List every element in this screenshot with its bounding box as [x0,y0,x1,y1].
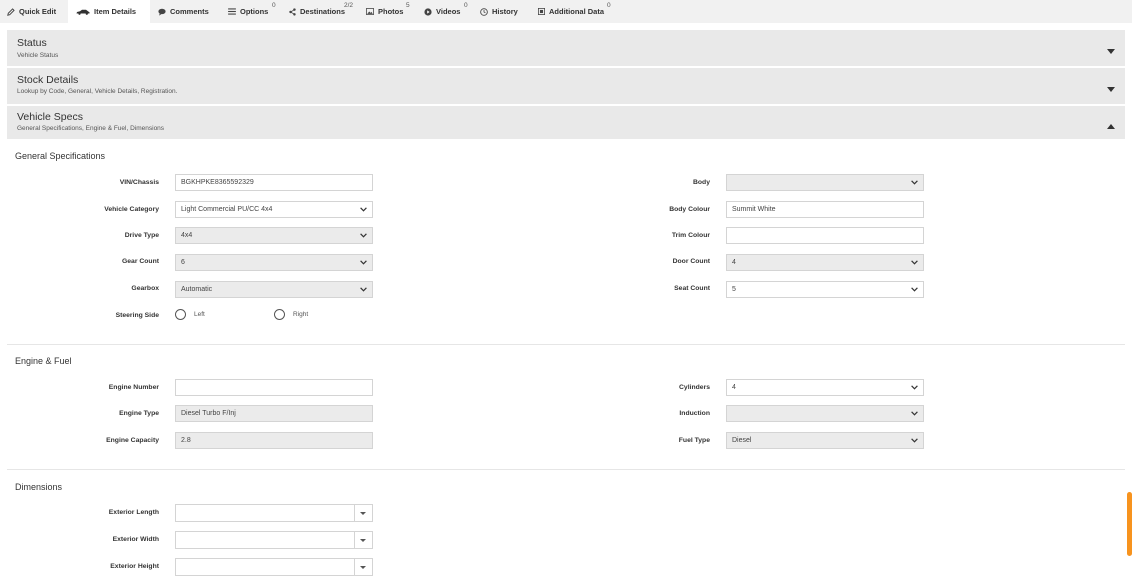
cylinders-label: Cylinders [679,384,710,391]
seat-count-select[interactable]: 5 [726,281,924,298]
exterior-width-label: Exterior Width [112,536,159,543]
vehicle-specs-panel[interactable]: Vehicle Specs General Specifications, En… [7,106,1125,141]
chevron-down-icon [911,438,918,445]
status-panel[interactable]: Status Vehicle Status [7,30,1125,68]
steering-left-label: Left [194,311,205,318]
induction-select[interactable] [726,405,924,422]
steering-right-radio[interactable] [274,309,285,320]
exterior-height-input[interactable] [175,558,373,576]
section-divider [7,469,1125,470]
steering-side-label: Steering Side [115,312,159,319]
car-icon [76,9,90,15]
tab-options[interactable]: Options [228,0,268,23]
steering-right-label: Right [293,311,309,318]
play-icon [424,7,432,16]
door-count-value: 4 [732,259,736,266]
tab-item-details[interactable]: Item Details [68,0,151,23]
tab-badge: 2/2 [344,2,354,9]
tab-label: Destinations [300,7,346,16]
exterior-height-label: Exterior Height [110,563,159,570]
fuel-type-select[interactable]: Diesel [726,432,924,449]
cylinders-value: 4 [732,384,736,391]
tab-label: Options [240,7,269,16]
tab-badge: 0 [464,2,468,9]
fuel-type-value: Diesel [732,437,752,444]
tab-bar: Quick Edit Item Details Comments 0 Optio… [0,0,1132,23]
section-divider [7,344,1125,345]
scrollbar-thumb[interactable] [1127,492,1132,556]
tab-destinations[interactable]: Destinations 2/2 [289,0,353,23]
tab-history[interactable]: History [480,0,518,23]
panel-subtitle: General Specifications, Engine & Fuel, D… [17,125,165,132]
data-icon [538,8,545,15]
exterior-width-input[interactable] [175,531,373,549]
share-icon [289,7,296,16]
tab-label: Quick Edit [19,7,57,16]
chevron-down-icon [911,260,918,267]
cylinders-select[interactable]: 4 [726,379,924,396]
chevron-down-icon [911,385,918,392]
tab-photos[interactable]: Photos 5 [366,0,410,23]
tab-quick-edit[interactable]: Quick Edit [0,0,63,23]
panel-subtitle: Lookup by Code, General, Vehicle Details… [17,88,178,95]
image-icon [366,8,374,15]
caret-down-icon[interactable] [360,539,366,542]
panel-title: Vehicle Specs [17,111,83,123]
tab-label: Photos [378,7,404,16]
body-colour-value: Summit White [732,206,776,213]
body-select[interactable] [726,174,924,191]
clock-icon [480,7,488,16]
tab-comments[interactable]: Comments 0 [158,0,276,23]
stock-details-panel[interactable]: Stock Details Lookup by Code, General, V… [7,68,1125,106]
fuel-type-label: Fuel Type [678,437,710,444]
caret-up-icon[interactable] [1107,116,1115,134]
list-icon [228,8,236,15]
chevron-down-icon [911,287,918,294]
trim-colour-input[interactable] [726,227,924,244]
panel-title: Stock Details [17,74,79,86]
door-count-label: Door Count [672,258,710,265]
tab-label: Item Details [94,7,137,16]
caret-down-icon[interactable] [360,566,366,569]
tab-label: History [492,7,518,16]
panel-subtitle: Vehicle Status [17,52,59,59]
exterior-length-label: Exterior Length [108,509,159,516]
steering-left-radio[interactable] [175,309,186,320]
seat-count-label: Seat Count [674,285,710,292]
engine-fuel-title: Engine & Fuel [15,356,72,366]
body-label: Body [693,179,710,186]
body-colour-label: Body Colour [669,206,710,213]
exterior-length-input[interactable] [175,504,373,522]
comment-icon [158,8,166,16]
tab-label: Comments [170,7,209,16]
tab-badge: 5 [406,2,410,9]
tab-videos[interactable]: Videos 0 [424,0,468,23]
chevron-down-icon [911,411,918,418]
tab-badge: 0 [607,2,611,9]
induction-label: Induction [679,410,710,417]
trim-colour-label: Trim Colour [671,232,710,239]
tab-label: Additional Data [549,7,605,16]
body-colour-input[interactable]: Summit White [726,201,924,218]
tab-label: Videos [436,7,461,16]
chevron-down-icon [911,180,918,187]
general-specifications-title: General Specifications [15,151,106,161]
seat-count-value: 5 [732,286,736,293]
caret-down-icon[interactable] [1107,79,1115,97]
pencil-icon [7,7,15,16]
dimensions-title: Dimensions [15,482,63,492]
caret-down-icon[interactable] [1107,41,1115,59]
tab-badge: 0 [272,2,276,9]
door-count-select[interactable]: 4 [726,254,924,271]
tab-additional-data[interactable]: Additional Data 0 [538,0,611,23]
panel-title: Status [17,37,47,49]
caret-down-icon[interactable] [360,512,366,515]
